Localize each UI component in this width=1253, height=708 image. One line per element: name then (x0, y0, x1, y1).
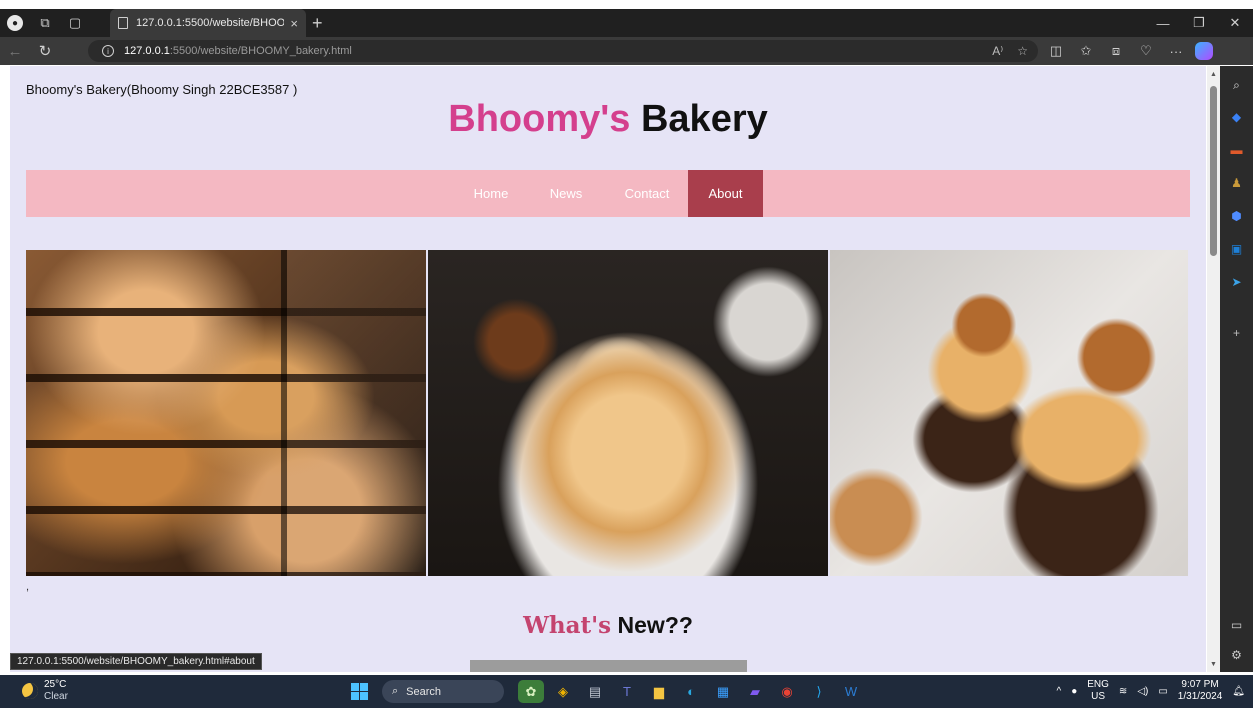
sidebar-games-icon[interactable]: ♟ (1220, 172, 1253, 194)
link-status-tooltip: 127.0.0.1:5500/website/BHOOMY_bakery.htm… (10, 653, 262, 670)
profile-button[interactable]: ● (0, 9, 30, 37)
battery-icon[interactable]: ▭ (1158, 686, 1167, 697)
language-indicator[interactable]: ENG US (1087, 679, 1109, 703)
widgets-app-icon[interactable]: ✿ (518, 680, 544, 703)
tray-app-icon[interactable]: ● (1071, 686, 1077, 697)
pinned-apps: ✿ ◈ ▤ T ▆ ◐ ▦ ▰ ◉ ⟩ W (518, 680, 864, 703)
stray-text: , (26, 581, 30, 593)
taskbar-search[interactable]: ⌕ Search (382, 680, 504, 703)
clock[interactable]: 9:07 PM 1/31/2024 (1178, 679, 1223, 703)
weather-widget[interactable]: 25°C Clear (22, 679, 68, 703)
collections-icon[interactable]: ⧈ (1105, 40, 1127, 62)
store-icon[interactable]: ▦ (710, 680, 736, 703)
browser-titlebar: ● ⧉ ▢ 127.0.0.1:5500/website/BHOOMY_bake… (0, 9, 1253, 37)
workspaces-icon[interactable]: ⧉ (30, 9, 60, 37)
whats-new-black: New?? (617, 612, 693, 638)
search-label: Search (406, 685, 442, 698)
scroll-down-icon[interactable]: ▼ (1207, 658, 1220, 670)
whats-new-heading: What's New?? (10, 612, 1206, 639)
tray-overflow-icon[interactable]: ^ (1057, 686, 1062, 697)
volume-icon[interactable]: ◁) (1137, 686, 1148, 697)
windows-taskbar: 25°C Clear ⌕ Search ✿ ◈ ▤ T ▆ ◐ ▦ ▰ ◉ ⟩ … (0, 675, 1253, 708)
tab-title: 127.0.0.1:5500/website/BHOOMY_bakery.htm… (136, 17, 285, 29)
sidebar-add-icon[interactable]: + (1220, 322, 1253, 344)
word-icon[interactable]: W (838, 680, 864, 703)
split-screen-icon[interactable]: ◫ (1045, 40, 1067, 62)
copilot-icon[interactable] (1195, 42, 1213, 60)
search-icon: ⌕ (392, 685, 399, 697)
extensions-icon[interactable]: ♡ (1135, 40, 1157, 62)
read-aloud-icon[interactable]: A⁾ (992, 44, 1003, 58)
sidebar-drop-icon[interactable]: ➤ (1220, 271, 1253, 293)
task-view-icon[interactable]: ▤ (582, 680, 608, 703)
system-tray: ^ ● ENG US ≋ ◁) ▭ 9:07 PM 1/31/2024 🔔︎ (1057, 679, 1246, 703)
page-viewport: Bhoomy's Bakery(Bhoomy Singh 22BCE3587 )… (10, 66, 1206, 672)
scroll-up-icon[interactable]: ▲ (1207, 68, 1220, 80)
brand-name-pink: Bhoomy's (448, 98, 631, 140)
sidebar-settings-icon[interactable]: ⚙ (1220, 644, 1253, 666)
sidebar-panel-icon[interactable]: ▭ (1220, 614, 1253, 636)
chrome-icon[interactable]: ◉ (774, 680, 800, 703)
weather-temp: 25°C (44, 679, 67, 690)
more-menu-icon[interactable]: ··· (1165, 40, 1187, 62)
sidebar-outlook-icon[interactable]: ▣ (1220, 238, 1253, 260)
url-path: :5500/website/BHOOMY_bakery.html (169, 45, 352, 57)
close-tab-icon[interactable]: × (290, 16, 298, 31)
edge-app-icon[interactable]: ◐ (678, 680, 704, 703)
main-nav: Home News Contact About (26, 170, 1190, 217)
file-explorer-icon[interactable]: ▆ (646, 680, 672, 703)
favorites-icon[interactable]: ✩ (1075, 40, 1097, 62)
refresh-icon[interactable]: ↻ (30, 37, 60, 65)
brand-name-black: Bakery (640, 98, 768, 140)
wifi-icon[interactable]: ≋ (1119, 686, 1127, 697)
url-host: 127.0.0.1 (124, 45, 170, 57)
close-window-icon[interactable]: ✕ (1217, 9, 1253, 37)
minimize-icon[interactable]: — (1145, 9, 1181, 37)
back-icon[interactable]: ← (0, 37, 30, 65)
browser-toolbar: ← ↻ i 127.0.0.1:5500/website/BHOOMY_bake… (0, 37, 1253, 65)
edge-sidebar: ⌕ ◆ ▬ ♟ ⬢ ▣ ➤ + ▭ ⚙ (1220, 66, 1253, 672)
teams-icon[interactable]: T (614, 680, 640, 703)
sidebar-tools-icon[interactable]: ▬ (1220, 139, 1253, 161)
whats-new-pink: What's (523, 612, 612, 639)
news-image (470, 660, 747, 672)
new-tab-button[interactable]: + (312, 9, 323, 37)
display-case-glass (281, 250, 426, 576)
clock-date: 1/31/2024 (1177, 691, 1223, 702)
window-controls: — ❐ ✕ (1145, 9, 1253, 37)
clock-time: 9:07 PM (1181, 679, 1219, 690)
restore-icon[interactable]: ❐ (1181, 9, 1217, 37)
owner-line: Bhoomy's Bakery(Bhoomy Singh 22BCE3587 ) (26, 82, 298, 97)
profile-icon: ● (7, 15, 23, 31)
page-scrollbar[interactable]: ▲ ▼ (1207, 66, 1220, 672)
bakery-display-photo (26, 250, 426, 576)
site-info-icon[interactable]: i (102, 45, 114, 57)
page-icon (118, 17, 128, 29)
lang-code: ENG (1087, 679, 1109, 690)
cupcakes-cookies-photo (830, 250, 1188, 576)
waffle-dessert-photo (428, 250, 828, 576)
sidebar-shopping-icon[interactable]: ◆ (1220, 106, 1253, 128)
copilot-app-icon[interactable]: ◈ (550, 680, 576, 703)
page-title: Bhoomy's Bakery (10, 98, 1206, 141)
sidebar-m365-icon[interactable]: ⬢ (1220, 205, 1253, 227)
lang-region: US (1091, 691, 1106, 702)
sidebar-search-icon[interactable]: ⌕ (1220, 74, 1253, 96)
adobe-icon[interactable]: ▰ (742, 680, 768, 703)
weather-condition: Clear (44, 691, 68, 702)
nav-news[interactable]: News (538, 170, 594, 217)
nav-home[interactable]: Home (462, 170, 520, 217)
address-bar[interactable]: i 127.0.0.1:5500/website/BHOOMY_bakery.h… (88, 40, 1038, 62)
nav-about[interactable]: About (688, 170, 763, 217)
scroll-thumb[interactable] (1210, 86, 1217, 256)
vscode-icon[interactable]: ⟩ (806, 680, 832, 703)
nav-contact[interactable]: Contact (610, 170, 684, 217)
windows-start-icon[interactable] (351, 683, 368, 700)
tab-actions-icon[interactable]: ▢ (60, 9, 90, 37)
notification-bell-icon[interactable]: 🔔︎ (1232, 686, 1245, 697)
browser-tab[interactable]: 127.0.0.1:5500/website/BHOOMY_bakery.htm… (110, 9, 306, 37)
moon-icon (22, 683, 38, 699)
favorite-star-icon[interactable]: ☆ (1017, 44, 1028, 58)
